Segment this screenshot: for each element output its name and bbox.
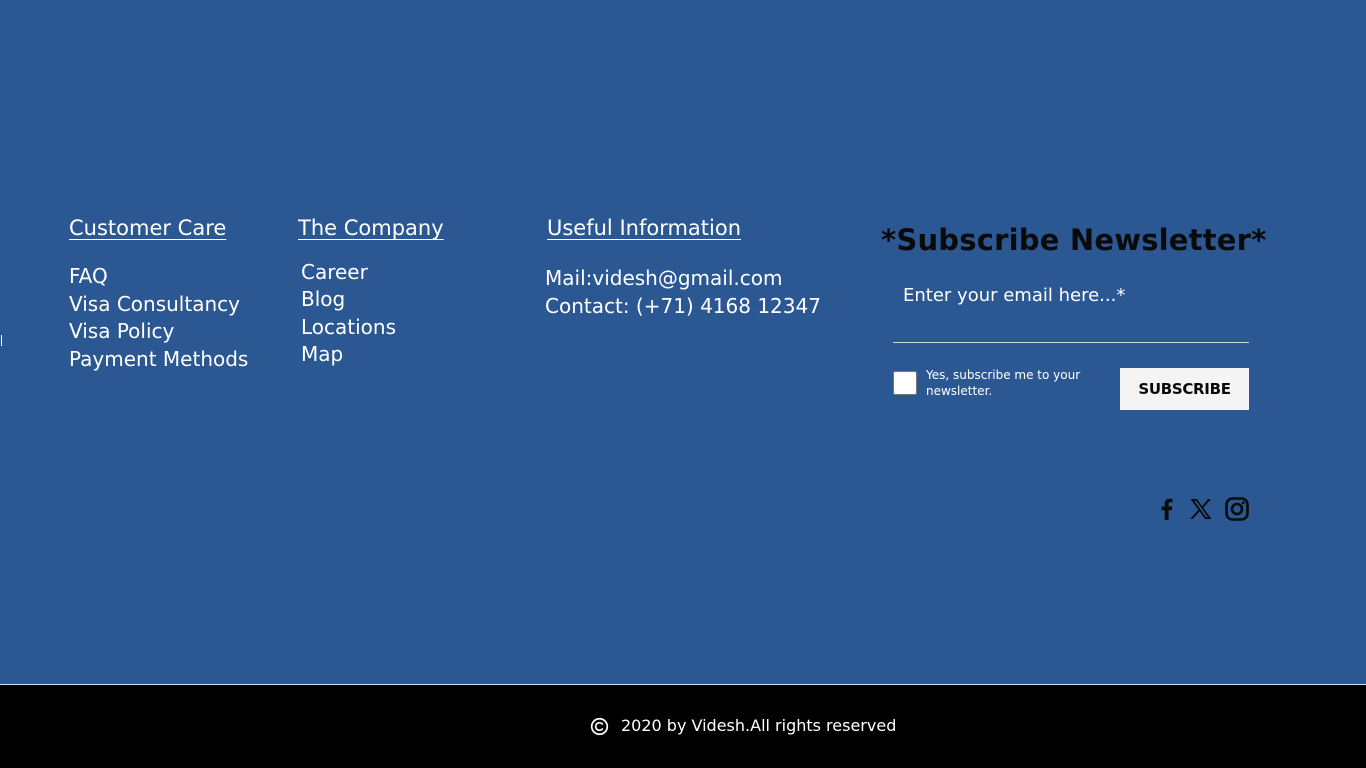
email-input[interactable] — [893, 279, 1249, 343]
instagram-icon — [1225, 497, 1249, 521]
payment-methods-link[interactable]: Payment Methods — [69, 347, 248, 371]
list-item: Map — [301, 341, 396, 368]
footer-bar: 2020 by Videsh.All rights reserved — [0, 684, 1366, 768]
useful-information-heading: Useful Information — [547, 216, 742, 240]
list-item: Career — [301, 259, 396, 286]
list-item: FAQ — [69, 263, 248, 291]
subscribe-consent-label: Yes, subscribe me to your newsletter. — [926, 368, 1081, 398]
newsletter-title: *Subscribe Newsletter* — [881, 223, 1267, 257]
blog-link[interactable]: Blog — [301, 287, 345, 311]
copyright-icon — [590, 717, 609, 736]
copyright-text: 2020 by Videsh.All rights reserved — [621, 716, 897, 735]
company-heading: The Company — [298, 216, 444, 240]
x-link[interactable] — [1187, 495, 1215, 523]
instagram-link[interactable] — [1223, 495, 1251, 523]
company-list: Career Blog Locations Map — [301, 259, 396, 368]
facebook-icon — [1161, 498, 1173, 520]
visa-policy-link[interactable]: Visa Policy — [69, 319, 174, 343]
contact-text: Contact: (+71) 4168 12347 — [545, 293, 821, 318]
list-item: Visa Policy — [69, 318, 248, 346]
customer-care-list: FAQ Visa Consultancy Visa Policy Payment… — [69, 263, 248, 374]
customer-care-heading: Customer Care — [69, 216, 227, 240]
list-item: Payment Methods — [69, 346, 248, 374]
visa-consultancy-link[interactable]: Visa Consultancy — [69, 292, 240, 316]
facebook-link[interactable] — [1153, 495, 1181, 523]
list-item: Visa Consultancy — [69, 291, 248, 319]
list-item: Blog — [301, 286, 396, 313]
subscribe-consent-checkbox[interactable] — [893, 371, 917, 395]
list-item: Locations — [301, 314, 396, 341]
x-icon — [1190, 499, 1212, 519]
page: Customer Care FAQ Visa Consultancy Visa … — [0, 0, 1366, 768]
subscribe-button[interactable]: SUBSCRIBE — [1120, 368, 1249, 410]
mail-text: Mail:videsh@gmail.com — [545, 266, 783, 290]
career-link[interactable]: Career — [301, 260, 368, 284]
edge-marker — [1, 335, 2, 346]
faq-link[interactable]: FAQ — [69, 264, 108, 288]
map-link[interactable]: Map — [301, 342, 343, 366]
useful-information-list: Mail:videsh@gmail.com Contact: (+71) 416… — [545, 265, 821, 320]
locations-link[interactable]: Locations — [301, 315, 396, 339]
